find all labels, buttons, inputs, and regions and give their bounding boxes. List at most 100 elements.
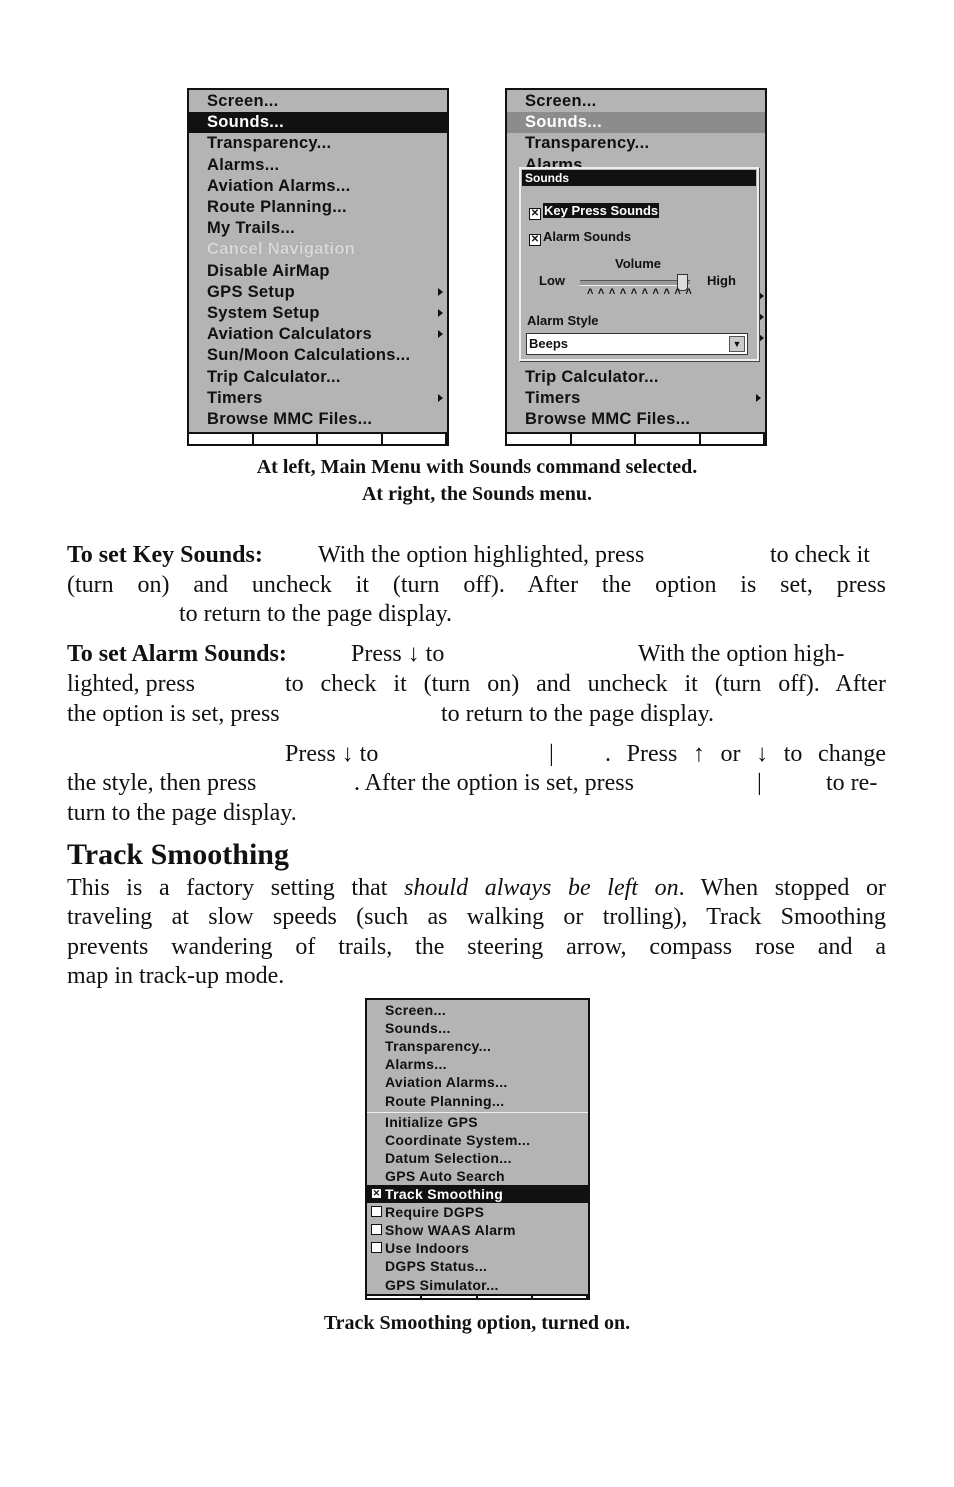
key-press-sounds-option[interactable]: ✕ Key Press Sounds <box>529 203 660 220</box>
menu-item[interactable]: Transparency... <box>507 133 765 154</box>
menu-item-label: Browse MMC Files... <box>525 410 691 429</box>
figure-caption: Track Smoothing option, turned on. <box>323 1312 631 1334</box>
menu-item[interactable]: Browse MMC Files... <box>189 409 447 430</box>
menu-item[interactable]: Disable AirMap <box>189 261 447 282</box>
menu-item[interactable]: GPS Setup <box>189 282 447 303</box>
text: This is a factory setting that <box>67 875 405 901</box>
checkbox-unchecked-icon[interactable] <box>371 1242 382 1254</box>
menu-item[interactable]: Aviation Calculators <box>189 324 447 345</box>
checkbox-checked-icon[interactable]: ✕ <box>371 1188 382 1199</box>
text: the style, then press <box>67 770 257 796</box>
menu-item[interactable]: Aviation Alarms... <box>367 1073 588 1091</box>
menu-item-label: Cancel Navigation <box>207 240 356 259</box>
submenu-arrow-icon <box>756 394 761 403</box>
menu-item[interactable]: Alarms... <box>189 155 447 176</box>
submenu-arrow-icon <box>759 313 764 321</box>
submenu-arrow-icon <box>759 292 764 300</box>
text: to check it (turn on) and uncheck it (tu… <box>285 671 886 697</box>
menu-item-label: My Trails... <box>207 219 295 238</box>
sounds-dialog: Sounds ✕ Key Press Sounds ✕ Alarm Sounds V… <box>519 167 759 361</box>
menu-item[interactable]: Transparency... <box>367 1037 588 1055</box>
paragraph-line: prevents wandering of trails, the steeri… <box>67 934 886 960</box>
menu-item-label: Alarms... <box>207 155 280 174</box>
text: With the option high- <box>638 641 845 667</box>
text: . After the option is set, press <box>354 770 634 796</box>
menu-item[interactable]: Timers <box>189 388 447 409</box>
menu-item-label: Sounds... <box>525 113 602 132</box>
low-label: Low <box>539 273 565 288</box>
menu-item[interactable]: Route Planning... <box>189 197 447 218</box>
menu-item[interactable]: Sun/Moon Calculations... <box>189 345 447 366</box>
menu-item[interactable]: Sounds... <box>507 112 765 134</box>
menu-item-label: Transparency... <box>525 134 650 153</box>
checkbox-unchecked-icon[interactable] <box>371 1224 382 1236</box>
manual-page: Screen... Sounds... Transparency... Alarms.… <box>0 0 954 1487</box>
checkbox-checked-icon[interactable]: ✕ <box>529 208 541 220</box>
menu-item-label: Datum Selection... <box>385 1149 512 1166</box>
text: | <box>757 770 762 796</box>
menu-item[interactable]: Screen... <box>367 1001 588 1019</box>
option-label: Key Press Sounds <box>543 203 660 218</box>
menu-item[interactable]: Screen... <box>189 91 447 112</box>
menu-item-label: Transparency... <box>385 1038 492 1055</box>
submenu-arrow-icon <box>759 334 764 342</box>
menu-item[interactable]: Coordinate System... <box>367 1131 588 1149</box>
menu-item[interactable]: Show WAAS Alarm <box>367 1221 588 1239</box>
text: Press ↓ to <box>285 741 379 767</box>
paragraph-line: traveling at slow speeds (such as walkin… <box>67 904 886 930</box>
paragraph-line: map in track-up mode. <box>67 963 285 989</box>
menu-item-label: Route Planning... <box>385 1092 505 1109</box>
menu-item-label: Alarms... <box>385 1056 447 1073</box>
menu-item[interactable]: Browse MMC Files... <box>507 409 765 430</box>
alarm-sounds-option[interactable]: ✕ Alarm Sounds <box>529 229 631 246</box>
option-label: Alarm Sounds <box>543 229 632 244</box>
menu-item-label: Sounds... <box>207 113 284 132</box>
menu-item[interactable]: Trip Calculator... <box>507 367 765 388</box>
text: to check it <box>770 542 870 568</box>
text: . Press ↑ or ↓ to change <box>605 741 886 767</box>
menu-item[interactable]: Datum Selection... <box>367 1149 588 1167</box>
text: With the option highlighted, press <box>318 542 645 568</box>
dialog-title: Sounds <box>522 170 756 186</box>
soft-key-bar <box>189 432 447 444</box>
menu-item[interactable]: Transparency... <box>189 133 447 154</box>
volume-ticks: ˄˄˄˄˄˄˄˄˄˄ <box>587 286 697 298</box>
menu-item[interactable]: GPS Simulator... <box>367 1276 588 1294</box>
menu-item-label: Trip Calculator... <box>207 367 341 386</box>
menu-item-label: GPS Auto Search <box>385 1167 505 1184</box>
menu-item[interactable]: Alarms... <box>367 1055 588 1073</box>
text: the option is set, press <box>67 701 280 727</box>
menu-item-label: System Setup <box>207 304 320 322</box>
menu-item[interactable]: Initialize GPS <box>367 1113 588 1131</box>
menu-item[interactable]: My Trails... <box>189 218 447 239</box>
dropdown-arrow-icon[interactable]: ▼ <box>729 336 745 352</box>
menu-item[interactable]: System Setup <box>189 303 447 324</box>
menu-item[interactable]: Use Indoors <box>367 1239 588 1257</box>
menu-item[interactable]: Sounds... <box>367 1019 588 1037</box>
sounds-menu-screenshot: Screen... Sounds... Transparency... Alarms T… <box>505 88 767 446</box>
text: Press ↓ to <box>351 641 445 667</box>
menu-item[interactable]: Require DGPS <box>367 1203 588 1221</box>
menu-item[interactable]: Sounds... <box>189 112 447 134</box>
menu-item[interactable]: GPS Auto Search <box>367 1167 588 1185</box>
menu-item-label: Show WAAS Alarm <box>385 1222 516 1239</box>
checkbox-checked-icon[interactable]: ✕ <box>529 234 541 246</box>
alarm-style-dropdown[interactable]: Beeps ▼ <box>526 333 748 355</box>
gps-setup-menu-screenshot: Screen... Sounds... Transparency... Alarms.… <box>365 998 590 1300</box>
menu-item-label: Browse MMC Files... <box>207 410 373 428</box>
menu-item[interactable]: DGPS Status... <box>367 1257 588 1275</box>
menu-item[interactable]: Route Planning... <box>367 1092 588 1110</box>
menu-item[interactable]: Trip Calculator... <box>189 367 447 388</box>
menu-item[interactable]: Aviation Alarms... <box>189 176 447 197</box>
menu-item-label: DGPS Status... <box>385 1258 488 1275</box>
checkbox-unchecked-icon[interactable] <box>371 1206 382 1218</box>
menu-item-label: GPS Setup <box>207 282 295 301</box>
menu-item-label: Coordinate System... <box>385 1131 531 1148</box>
section-heading: Track Smoothing <box>67 838 289 871</box>
menu-item[interactable]: Screen... <box>507 91 765 112</box>
menu-item[interactable]: ✕ Track Smoothing <box>367 1185 588 1203</box>
menu-item-label: Aviation Alarms... <box>207 176 351 195</box>
submenu-arrow-icon <box>438 309 443 317</box>
menu-item[interactable]: Timers <box>507 388 765 409</box>
submenu-arrow-icon <box>438 287 443 296</box>
